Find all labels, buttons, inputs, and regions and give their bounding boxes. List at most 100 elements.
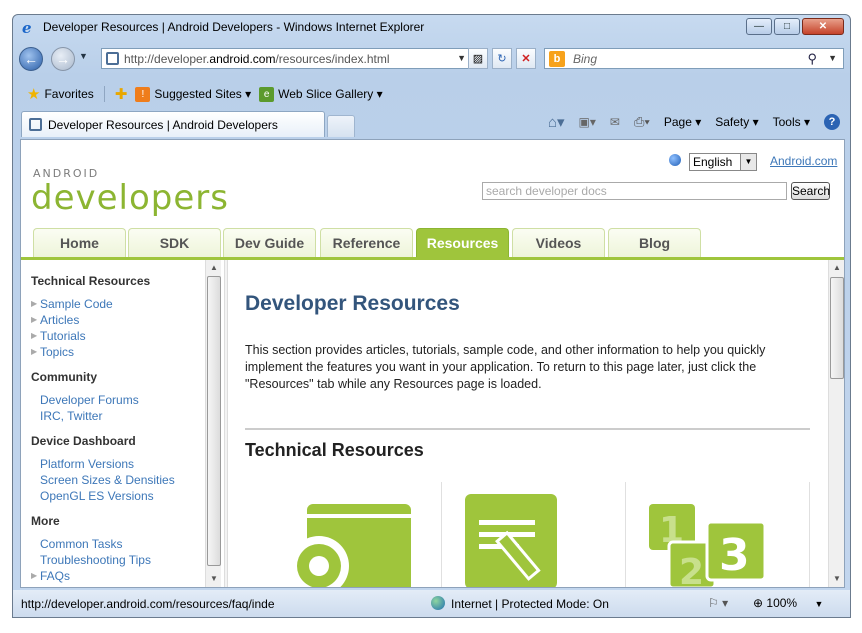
stop-icon[interactable]: ✕ [516, 48, 536, 69]
search-icon[interactable]: ⚲ [807, 51, 817, 67]
url-domain: android.com [209, 51, 276, 66]
language-select[interactable]: English ▼ [689, 153, 757, 171]
back-button[interactable]: ← [19, 47, 43, 71]
history-dropdown-icon[interactable]: ▼ [79, 51, 88, 61]
expand-arrow-icon[interactable]: ▶ [31, 347, 37, 356]
sidebar-item-faqs[interactable]: FAQs [40, 569, 70, 583]
browser-tab[interactable]: Developer Resources | Android Developers [21, 111, 325, 137]
sidebar-item-developer-forums[interactable]: Developer Forums [40, 393, 139, 407]
safety-menu[interactable]: Safety ▾ [715, 115, 758, 129]
articles-icon[interactable] [465, 494, 565, 588]
status-zone[interactable]: Internet | Protected Mode: On [451, 597, 609, 611]
url-prefix: http://developer. [124, 51, 210, 66]
tab-home[interactable]: Home [33, 228, 126, 258]
print-icon[interactable]: ⎙▾ [634, 114, 650, 130]
address-bar[interactable]: http://developer. android.com/resources/i… [101, 48, 473, 69]
divider [245, 428, 810, 430]
intro-paragraph: This section provides articles, tutorial… [245, 343, 766, 391]
help-icon[interactable]: ? [824, 114, 840, 130]
address-row: ← → ▼ http://developer. android.com/resou… [13, 45, 850, 73]
zoom-dropdown-icon[interactable]: ▼ [814, 599, 823, 609]
tab-page-icon [29, 118, 42, 131]
mail-icon[interactable]: ✉ [610, 115, 620, 129]
splitter[interactable] [224, 260, 228, 587]
tab-sdk[interactable]: SDK [128, 228, 221, 258]
chevron-down-icon: ▼ [740, 154, 756, 170]
tab-blog[interactable]: Blog [608, 228, 701, 258]
expand-arrow-icon[interactable]: ▶ [31, 331, 37, 340]
sidebar-scroll-thumb[interactable] [207, 276, 221, 566]
favorites-button[interactable]: Favorites [44, 87, 93, 101]
sidebar-item-irc-twitter[interactable]: IRC, Twitter [40, 409, 102, 423]
sidebar-item-sample-code[interactable]: Sample Code [40, 297, 113, 311]
ie-logo-icon: e [22, 19, 32, 35]
android-com-link[interactable]: Android.com [770, 154, 837, 168]
sidebar-item-topics[interactable]: Topics [40, 345, 74, 359]
main-scroll-thumb[interactable] [830, 277, 844, 379]
expand-arrow-icon[interactable]: ▶ [31, 315, 37, 324]
sidebar-scrollbar[interactable]: ▲ ▼ [205, 260, 221, 587]
scroll-up-icon[interactable]: ▲ [206, 260, 222, 276]
main-scrollbar[interactable]: ▲ ▼ [828, 260, 844, 587]
column-divider [809, 482, 810, 587]
site-tabs: Home SDK Dev Guide Reference Resources V… [33, 228, 733, 258]
forward-button[interactable]: → [51, 47, 75, 71]
sidebar-item-screen-sizes[interactable]: Screen Sizes & Densities [40, 473, 175, 487]
search-dropdown-icon[interactable]: ▼ [828, 53, 837, 63]
search-input[interactable]: b Bing ⚲ ▼ [544, 48, 844, 69]
popup-blocker-icon[interactable]: ⚐ ▾ [708, 596, 728, 610]
sidebar-heading-more: More [31, 514, 60, 528]
compatibility-view-icon[interactable]: ▨ [468, 48, 488, 69]
web-slice-gallery-button[interactable]: Web Slice Gallery ▾ [278, 87, 383, 101]
sidebar-heading-dashboard: Device Dashboard [31, 434, 136, 448]
developers-logo[interactable]: developers [31, 178, 229, 218]
feeds-icon[interactable]: ▣▾ [579, 115, 596, 129]
favorites-star-icon[interactable]: ★ [27, 85, 40, 103]
status-bar: http://developer.android.com/resources/f… [13, 590, 850, 617]
back-arrow-icon: ← [24, 51, 38, 67]
new-tab-button[interactable] [327, 115, 355, 137]
title-bar: e Developer Resources | Android Develope… [13, 15, 850, 39]
scroll-down-icon[interactable]: ▼ [829, 571, 844, 587]
suggested-sites-button[interactable]: Suggested Sites ▾ [154, 87, 251, 101]
tab-videos[interactable]: Videos [512, 228, 605, 258]
scroll-up-icon[interactable]: ▲ [829, 260, 844, 276]
web-slice-icon: e [259, 86, 275, 102]
tile-number-2: 2 [679, 552, 704, 588]
browser-window: e Developer Resources | Android Develope… [12, 14, 851, 618]
close-button[interactable]: ✕ [802, 18, 844, 35]
tab-dev-guide[interactable]: Dev Guide [223, 228, 316, 258]
sidebar-heading-community: Community [31, 370, 97, 384]
maximize-button[interactable]: □ [774, 18, 800, 35]
sidebar-item-common-tasks[interactable]: Common Tasks [40, 537, 122, 551]
expand-arrow-icon[interactable]: ▶ [31, 571, 37, 580]
tab-resources[interactable]: Resources [416, 228, 509, 258]
sidebar-item-troubleshooting[interactable]: Troubleshooting Tips [40, 553, 151, 567]
docs-search-input[interactable]: search developer docs [482, 182, 787, 200]
sidebar-heading-technical: Technical Resources [31, 274, 151, 288]
page-icon [106, 52, 119, 65]
minimize-button[interactable]: — [746, 18, 772, 35]
globe-icon [669, 154, 681, 166]
search-placeholder: Bing [573, 51, 598, 66]
sidebar-item-opengl-versions[interactable]: OpenGL ES Versions [40, 489, 154, 503]
scroll-down-icon[interactable]: ▼ [206, 571, 222, 587]
tutorials-icon[interactable]: 1 2 3 [649, 504, 779, 588]
sidebar-item-platform-versions[interactable]: Platform Versions [40, 457, 134, 471]
home-icon[interactable]: ⌂▾ [548, 113, 565, 131]
page-menu[interactable]: Page ▾ [664, 115, 701, 129]
expand-arrow-icon[interactable]: ▶ [31, 299, 37, 308]
tab-reference[interactable]: Reference [320, 228, 413, 258]
sidebar-item-articles[interactable]: Articles [40, 313, 79, 327]
address-dropdown-icon[interactable]: ▼ [457, 53, 466, 63]
column-divider [625, 482, 626, 587]
page-viewport: ANDROID developers English ▼ Android.com … [20, 139, 845, 588]
zoom-level[interactable]: ⊕ 100% ▼ [753, 596, 823, 610]
tools-menu[interactable]: Tools ▾ [773, 115, 810, 129]
sidebar-item-tutorials[interactable]: Tutorials [40, 329, 86, 343]
add-favorite-icon[interactable]: ✚ [115, 85, 128, 103]
refresh-icon[interactable]: ↻ [492, 48, 512, 69]
tab-row: Developer Resources | Android Developers… [13, 109, 850, 137]
docs-search-button[interactable]: Search [791, 182, 830, 200]
sample-code-icon[interactable] [281, 504, 411, 588]
